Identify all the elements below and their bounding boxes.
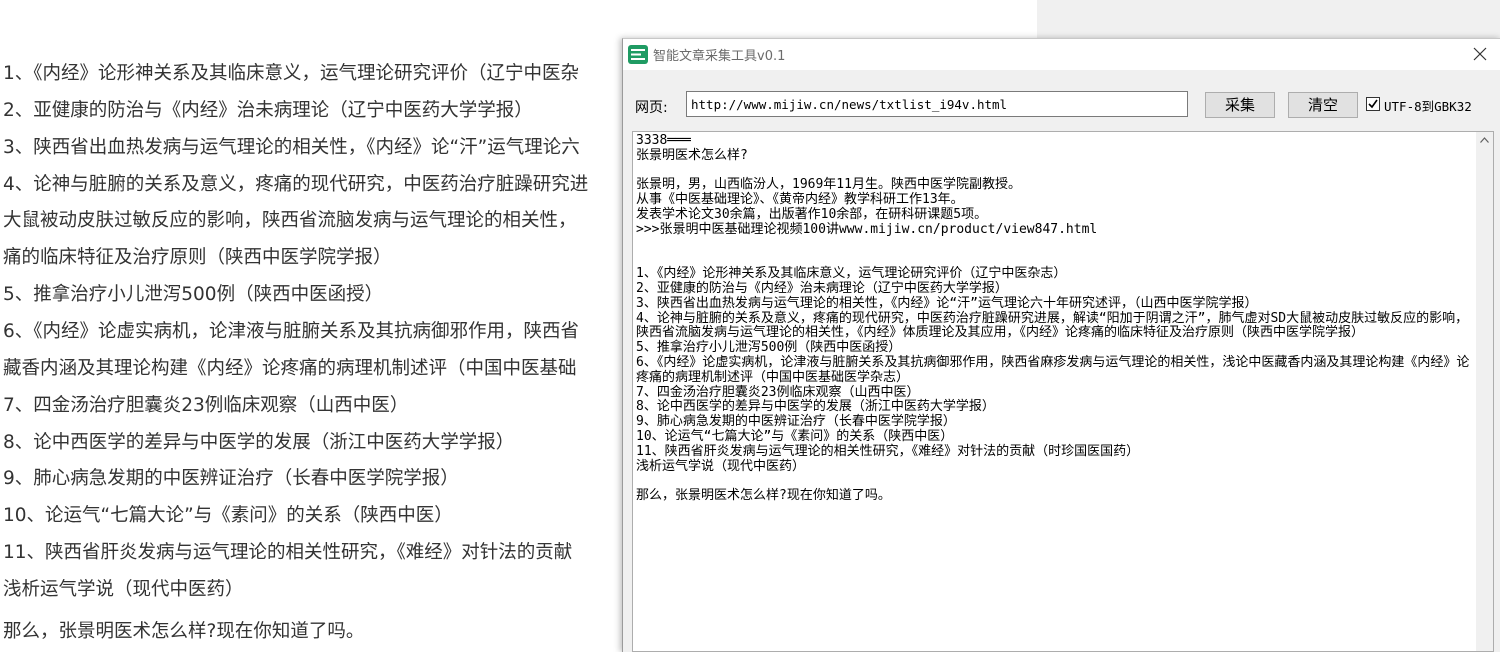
article-line: 1、《内经》论形神关系及其临床意义，运气理论研究评价（辽宁中医杂 bbox=[3, 63, 580, 84]
article-line: 6、《内经》论虚实病机，论津液与脏腑关系及其抗病御邪作用，陕西省 bbox=[3, 321, 580, 342]
article-line: 3、陕西省出血热发病与运气理论的相关性，《内经》论“汗”运气理论六 bbox=[3, 137, 580, 158]
checkmark-icon bbox=[1368, 99, 1378, 109]
article-line: 2、亚健康的防治与《内经》治未病理论（辽宁中医药大学学报） bbox=[3, 100, 533, 121]
url-input[interactable] bbox=[686, 91, 1188, 117]
article-line: 大鼠被动皮肤过敏反应的影响，陕西省流脑发病与运气理论的相关性， bbox=[3, 210, 577, 231]
chevron-up-icon bbox=[1480, 137, 1489, 143]
output-textarea[interactable]: 3338═══ 张景明医术怎么样? 张景明，男，山西临汾人，1969年11月生。… bbox=[632, 131, 1494, 652]
scroll-up-button[interactable] bbox=[1476, 132, 1493, 149]
background-top-strip bbox=[1037, 0, 1500, 38]
collect-button[interactable]: 采集 bbox=[1205, 92, 1275, 118]
article-line: 11、陕西省肝炎发病与运气理论的相关性研究，《难经》对针法的贡献 bbox=[3, 542, 573, 563]
url-label: 网页: bbox=[635, 100, 668, 116]
article-line: 痛的临床特征及治疗原则（陕西中医学院学报） bbox=[3, 247, 392, 268]
article-line: 7、四金汤治疗胆囊炎23例临床观察（山西中医） bbox=[3, 395, 409, 416]
app-icon bbox=[628, 45, 648, 64]
article-line: 那么，张景明医术怎么样?现在你知道了吗。 bbox=[3, 621, 365, 642]
encoding-label[interactable]: UTF-8到GBK32 bbox=[1384, 96, 1472, 115]
article-line: 9、肺心病急发期的中医辨证治疗（长春中医学院学报） bbox=[3, 468, 459, 489]
window-titlebar[interactable]: 智能文章采集工具v0.1 bbox=[623, 39, 1500, 70]
article-line: 浅析运气学说（现代中医药） bbox=[3, 579, 244, 600]
clear-button[interactable]: 清空 bbox=[1288, 92, 1358, 118]
output-text: 3338═══ 张景明医术怎么样? 张景明，男，山西临汾人，1969年11月生。… bbox=[636, 133, 1470, 504]
window-title: 智能文章采集工具v0.1 bbox=[653, 49, 786, 64]
close-button[interactable] bbox=[1469, 43, 1493, 67]
collector-window: 智能文章采集工具v0.1 网页: 采集 清空 UTF-8到GBK32 3338═… bbox=[622, 38, 1500, 652]
encoding-checkbox[interactable] bbox=[1366, 97, 1380, 111]
article-line: 10、论运气“七篇大论”与《素问》的关系（陕西中医） bbox=[3, 505, 453, 526]
vertical-scrollbar[interactable] bbox=[1476, 132, 1493, 651]
article-line: 8、论中西医学的差异与中医学的发展（浙江中医药大学学报） bbox=[3, 432, 515, 453]
article-line: 5、推拿治疗小儿泄泻500例（陕西中医函授） bbox=[3, 284, 384, 305]
article-line: 4、论神与脏腑的关系及意义，疼痛的现代研究，中医药治疗脏躁研究进 bbox=[3, 174, 589, 195]
article-line: 藏香内涵及其理论构建《内经》论疼痛的病理机制述评（中国中医基础 bbox=[3, 358, 577, 379]
close-icon bbox=[1473, 47, 1487, 61]
